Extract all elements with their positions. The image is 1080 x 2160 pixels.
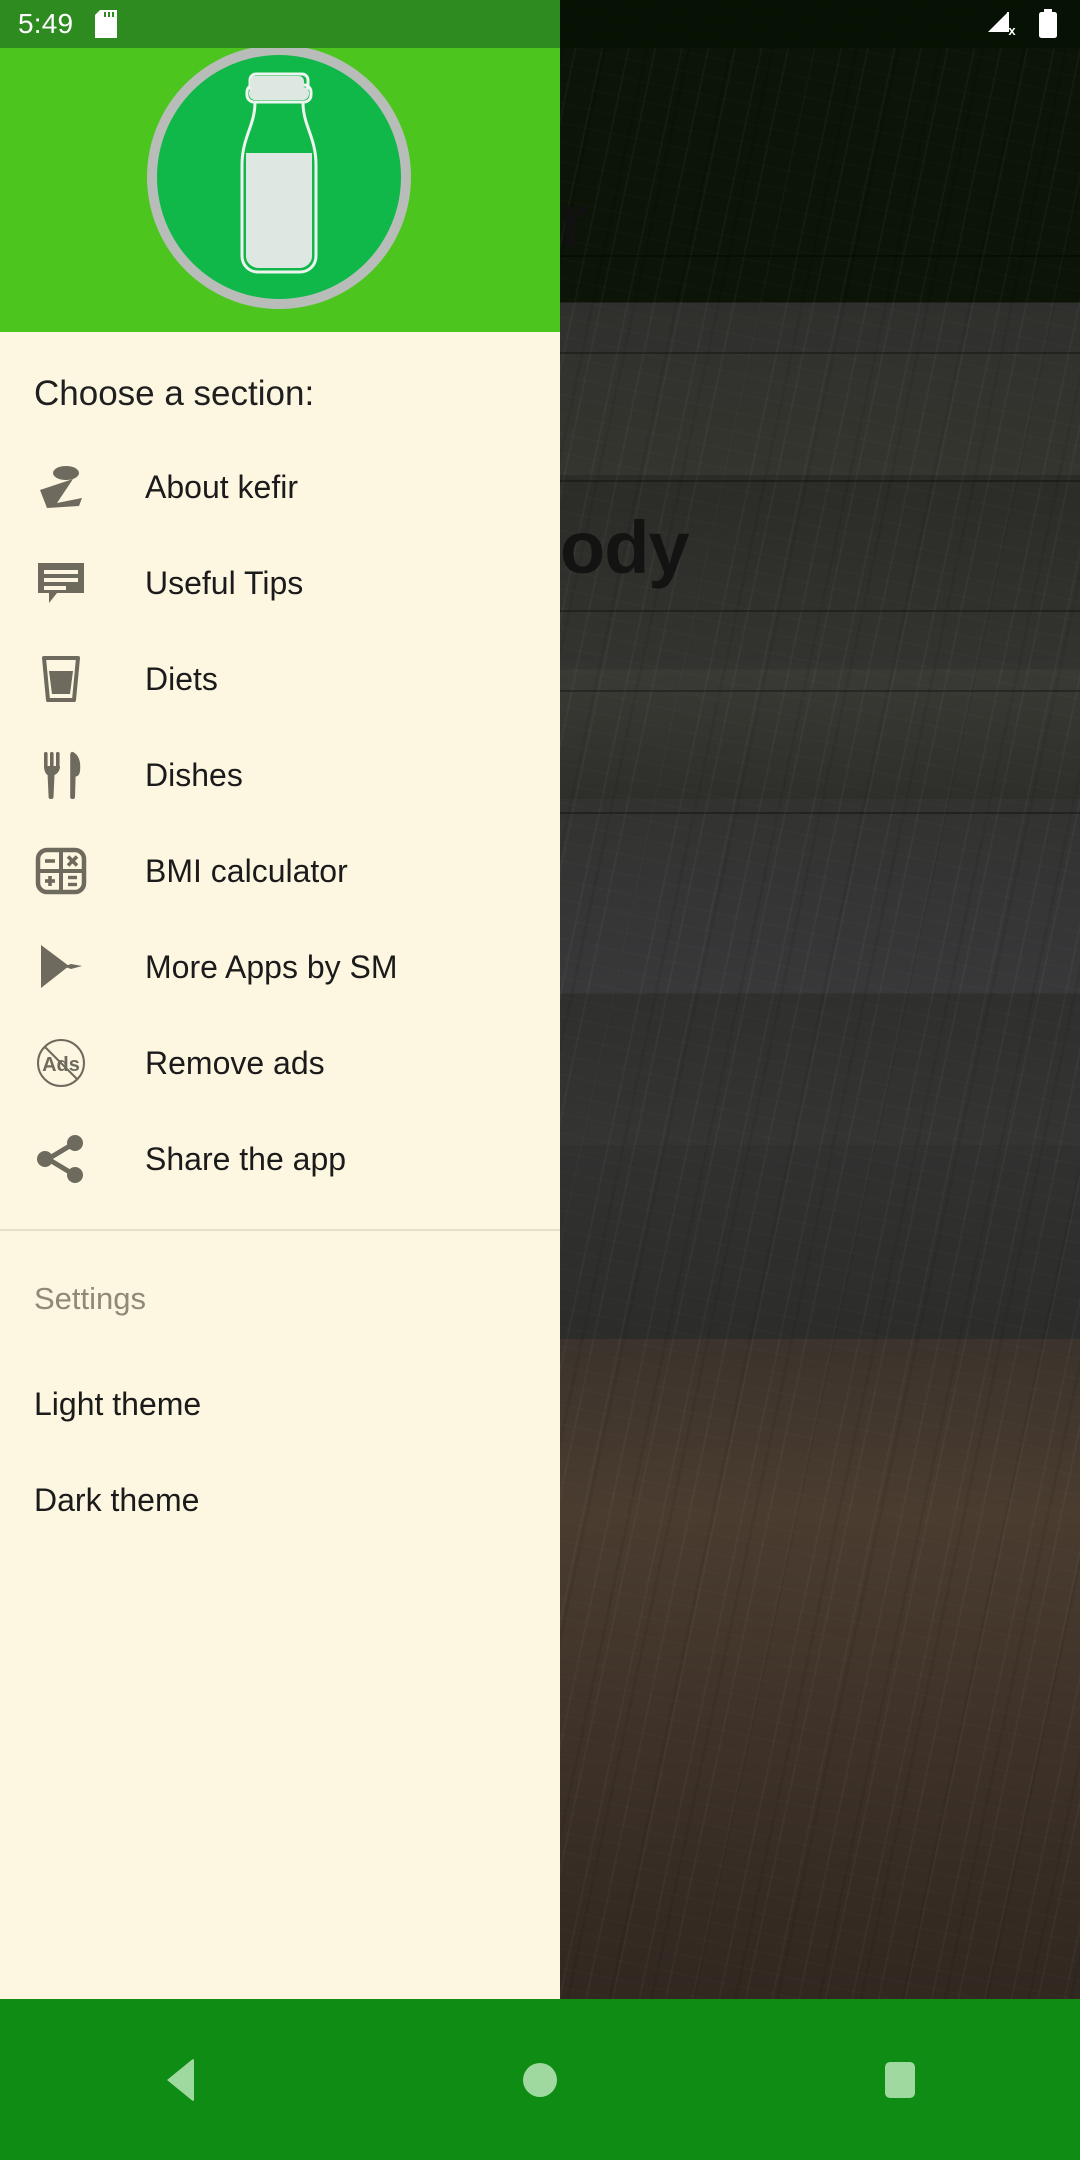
no-ads-icon: Ads (32, 1034, 90, 1092)
share-icon (32, 1130, 90, 1188)
sd-card-icon (95, 10, 118, 38)
navigation-drawer: Choose a section: About kefir Useful Tip… (0, 0, 560, 1999)
svg-text:x: x (1008, 23, 1016, 38)
settings-section-heading: Settings (34, 1281, 147, 1316)
back-button[interactable] (0, 1999, 360, 2160)
sidebar-item-about-kefir[interactable]: About kefir (0, 439, 560, 535)
sidebar-item-label: Light theme (34, 1386, 202, 1422)
info-icon (32, 458, 90, 516)
battery-icon (1038, 9, 1058, 39)
sidebar-item-more-apps[interactable]: More Apps by SM (0, 919, 560, 1015)
play-store-icon (32, 938, 90, 996)
sidebar-item-remove-ads[interactable]: Ads Remove ads (0, 1015, 560, 1111)
background-heading-fragment-2: ody (560, 506, 690, 589)
android-screen: r ody Choose a section: About kefir Usef… (0, 0, 1080, 2160)
android-nav-bar (0, 1999, 1080, 2160)
glass-icon (32, 650, 90, 708)
sidebar-item-label: Useful Tips (145, 565, 304, 601)
kefir-bottle-logo (143, 41, 415, 313)
status-bar-left: 5:49 (0, 0, 560, 48)
square-recents-icon (885, 2061, 915, 2098)
calculator-icon (32, 842, 90, 900)
circle-home-icon (523, 2062, 557, 2097)
background-heading-fragment-1: r (560, 179, 589, 262)
sidebar-item-dark-theme[interactable]: Dark theme (0, 1452, 560, 1548)
status-bar: 5:49 x (0, 0, 1080, 48)
sidebar-item-light-theme[interactable]: Light theme (0, 1356, 560, 1452)
drawer-menu: About kefir Useful Tips Diets Dishes BMI… (0, 439, 560, 1207)
sidebar-item-useful-tips[interactable]: Useful Tips (0, 535, 560, 631)
svg-text:Ads: Ads (42, 1054, 80, 1076)
sidebar-item-label: More Apps by SM (145, 949, 398, 985)
sidebar-item-label: Dishes (145, 757, 243, 793)
sidebar-item-label: Remove ads (145, 1045, 325, 1081)
drawer-header (0, 0, 560, 332)
sidebar-item-label: BMI calculator (145, 853, 348, 889)
sidebar-item-bmi-calculator[interactable]: BMI calculator (0, 823, 560, 919)
recents-button[interactable] (720, 1999, 1080, 2160)
sidebar-item-share-app[interactable]: Share the app (0, 1111, 560, 1207)
no-signal-icon: x (986, 10, 1020, 38)
sidebar-item-label: Share the app (145, 1141, 347, 1177)
sidebar-item-label: Diets (145, 661, 218, 697)
fork-knife-icon (32, 746, 90, 804)
page-title: Choose a section: (34, 374, 315, 413)
sidebar-item-diets[interactable]: Diets (0, 631, 560, 727)
home-button[interactable] (360, 1999, 720, 2160)
chat-bubble-icon (32, 554, 90, 612)
status-bar-clock: 5:49 (18, 8, 74, 39)
status-bar-right: x (560, 0, 1080, 48)
sidebar-item-dishes[interactable]: Dishes (0, 727, 560, 823)
triangle-back-icon (166, 2057, 194, 2102)
sidebar-item-label: Dark theme (34, 1482, 200, 1518)
sidebar-item-label: About kefir (145, 469, 298, 505)
drawer-body: Choose a section: About kefir Useful Tip… (0, 332, 560, 1548)
